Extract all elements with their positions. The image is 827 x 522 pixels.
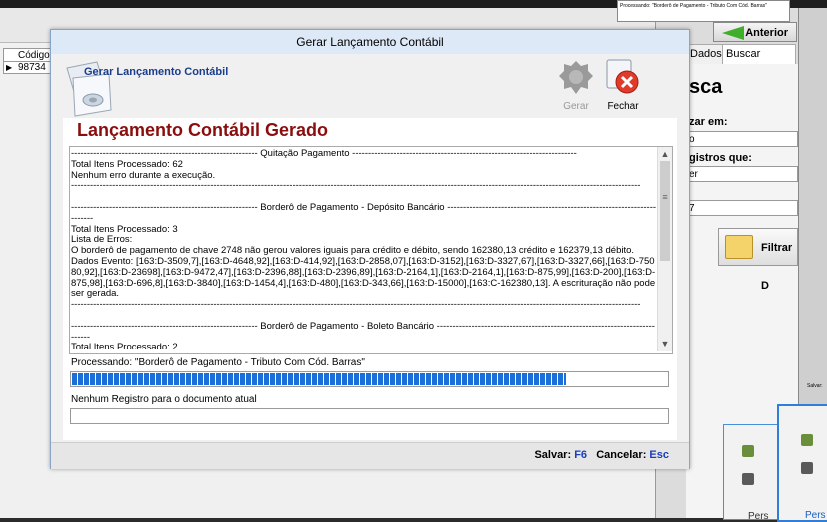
salvar-label: Salvar: [534,449,572,461]
win3-label: Pers [805,510,826,521]
cancelar-key: Esc [649,449,669,461]
valor-field[interactable]: 7 [686,200,798,216]
anterior-button[interactable]: Anterior [713,22,797,42]
gerar-button[interactable]: Gerar [558,58,594,114]
grid-row[interactable]: 98734 [3,62,51,74]
gerar-icon [559,61,593,94]
search-title: sca [689,76,723,98]
mini-salvar-label: Salvar: [807,383,823,389]
fechar-label: Fechar [607,101,639,112]
buscar-em-label: zar em: [689,116,728,128]
processing-label: Processando: "Borderô de Pagamento - Tri… [71,357,365,368]
status-bar: Salvar: F6 Cancelar: Esc [51,442,689,469]
win2-label: Pers [748,511,769,522]
processing-progress-bar [70,371,669,387]
grid-header-codigo[interactable]: Código [3,48,51,62]
vm-icon [742,473,754,485]
filtrar-button[interactable]: Filtrar D [718,228,798,292]
right-top-text: Processando: "Borderô de Pagamento - Tri… [620,3,767,9]
tab-bar: Dados Buscar Dados [686,44,796,79]
registros-field[interactable]: er [686,166,798,182]
log-scrollbar[interactable]: ▲ ≡ ▼ [657,147,672,351]
right-top-preview: Processando: "Borderô de Pagamento - Tri… [617,0,790,22]
chevron-down-icon[interactable]: ▼ [658,337,672,351]
salvar-key: F6 [574,449,588,461]
log-text: ----------------------------------------… [71,149,657,349]
page-title: Lançamento Contábil Gerado [77,120,329,140]
header-label: Gerar Lançamento Contábil [84,66,229,78]
gerar-label: Gerar [563,101,589,112]
tab-buscar-dados[interactable]: Buscar Dados [722,44,796,79]
buscar-em-field[interactable]: o [686,131,798,147]
record-status-label: Nenhum Registro para o documento atual [71,394,257,405]
user-icon [742,445,754,457]
close-icon [606,59,639,94]
cancelar-label: Cancelar: [596,449,647,461]
fechar-button[interactable]: Fechar [601,58,645,114]
registros-label: gistros que: [689,152,752,164]
user-icon [801,434,813,446]
record-progress-bar [70,408,669,424]
gerar-lancamento-dialog: Gerar Lançamento Contábil Gerar Lançamen… [50,29,690,469]
chevron-up-icon[interactable]: ▲ [658,147,672,161]
keyboard-shortcuts: Salvar: F6 Cancelar: Esc [534,449,669,461]
processing-progress-fill [72,373,566,385]
tab-dados[interactable]: Dados [686,44,726,65]
background-window-3[interactable]: Pers [777,404,827,522]
log-textarea[interactable]: ----------------------------------------… [69,146,673,354]
vm-icon [801,462,813,474]
scrollbar-thumb[interactable] [660,161,670,261]
scrollbar-grip-icon: ≡ [662,192,668,202]
dialog-title[interactable]: Gerar Lançamento Contábil [51,30,689,54]
